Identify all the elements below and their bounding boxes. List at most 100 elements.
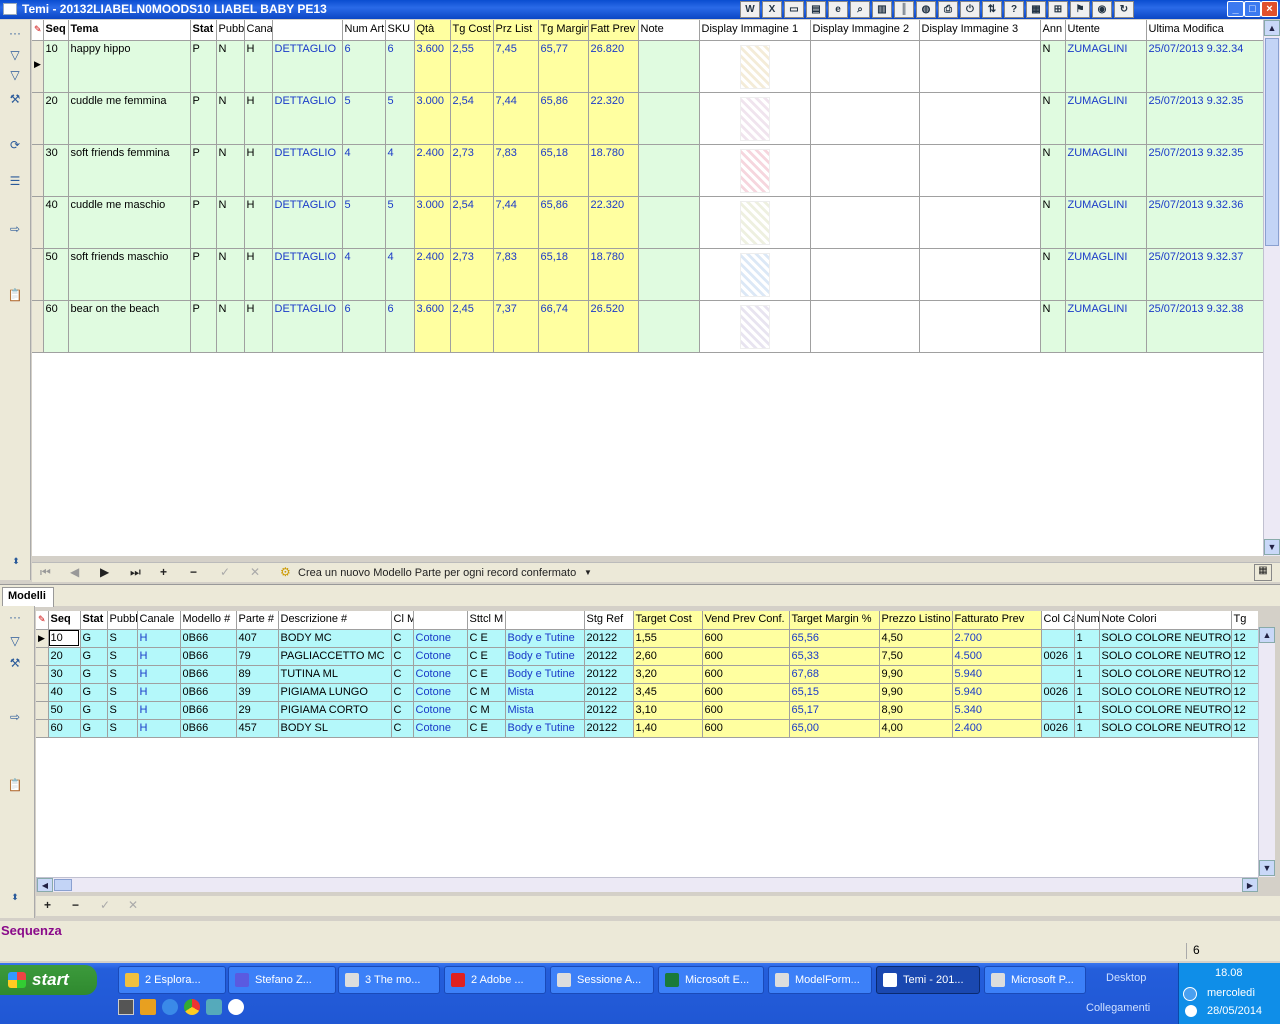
cell-sttcl[interactable]: C E <box>467 719 506 738</box>
cell-col-ca[interactable]: 0026 <box>1041 683 1075 702</box>
column-header[interactable]: Seq <box>48 611 81 630</box>
export-icon[interactable]: ⇨ <box>7 710 23 724</box>
cell-prezzo-listino[interactable]: 7,50 <box>879 647 953 666</box>
form-view-icon[interactable]: ☰ <box>7 174 23 188</box>
cell-tg-cost[interactable]: 2,54 <box>450 196 494 249</box>
column-header[interactable]: Cana <box>244 20 273 41</box>
scroll-thumb[interactable] <box>54 879 72 891</box>
cell-canale[interactable]: H <box>137 647 181 666</box>
image-cell[interactable] <box>919 40 1041 93</box>
cell-ann[interactable]: N <box>1040 196 1066 249</box>
cell-target-cost[interactable]: 1,40 <box>633 719 703 738</box>
cell-parte[interactable]: 79 <box>236 647 279 666</box>
cell-descrizione[interactable]: PIGIAMA LUNGO <box>278 683 392 702</box>
cell-qta[interactable]: 2.400 <box>414 144 451 197</box>
cell-utente[interactable]: ZUMAGLINI <box>1065 196 1147 249</box>
cell-note-colori[interactable]: SOLO COLORE NEUTRO <box>1099 719 1232 738</box>
cell-tg-margin[interactable]: 65,18 <box>538 144 589 197</box>
cell-num-art[interactable]: 6 <box>342 40 386 93</box>
cell-stat[interactable]: G <box>80 719 108 738</box>
more-icon[interactable]: ··· <box>7 26 23 40</box>
cell-tg-margin[interactable]: 65,18 <box>538 248 589 301</box>
cell-stg-ref[interactable]: 20122 <box>584 701 634 720</box>
cell-ann[interactable]: N <box>1040 300 1066 353</box>
cell-seq[interactable]: 40 <box>43 196 69 249</box>
cell-note-colori[interactable]: SOLO COLORE NEUTRO <box>1099 683 1232 702</box>
cell-prezzo-listino[interactable]: 4,00 <box>879 719 953 738</box>
cell-seq[interactable]: 30 <box>48 665 81 684</box>
cell-prz-list[interactable]: 7,37 <box>493 300 539 353</box>
cell-tg-margin[interactable]: 65,86 <box>538 92 589 145</box>
settings-icon[interactable]: ⚒ <box>7 656 23 670</box>
cell-pubbl[interactable]: S <box>107 683 138 702</box>
cell-tipo[interactable]: Body e Tutine <box>505 665 585 684</box>
barcode-icon[interactable]: ║ <box>894 1 914 18</box>
cell-pubb[interactable]: N <box>216 144 245 197</box>
folder-icon[interactable]: ▤ <box>806 1 826 18</box>
cell-tema[interactable]: soft friends femmina <box>68 144 191 197</box>
cell-materiale[interactable]: Cotone <box>413 647 468 666</box>
column-header[interactable] <box>505 611 585 630</box>
cell-ultima-modifica[interactable]: 25/07/2013 9.32.38 <box>1146 300 1263 353</box>
cell-col-ca[interactable] <box>1041 701 1075 720</box>
confirm-button[interactable]: ✓ <box>100 898 110 912</box>
cell-stat[interactable]: G <box>80 701 108 720</box>
cell-canale[interactable]: H <box>137 629 181 648</box>
close-button[interactable]: × <box>1261 1 1278 17</box>
cell-seq[interactable]: 60 <box>48 719 81 738</box>
cell-note-colori[interactable]: SOLO COLORE NEUTRO <box>1099 647 1232 666</box>
cell-target-margin[interactable]: 65,56 <box>789 629 880 648</box>
cell-num[interactable]: 1 <box>1074 665 1100 684</box>
create-model-action[interactable]: Crea un nuovo Modello Parte per ogni rec… <box>298 567 576 579</box>
cell-col-ca[interactable]: 0026 <box>1041 719 1075 738</box>
row-selector[interactable] <box>32 196 44 249</box>
cell-sttcl[interactable]: C M <box>467 701 506 720</box>
cell-cl[interactable]: C <box>391 665 414 684</box>
column-header[interactable]: Ann <box>1040 20 1066 41</box>
cell-stg-ref[interactable]: 20122 <box>584 629 634 648</box>
cell-prz-list[interactable]: 7,44 <box>493 196 539 249</box>
cell-col-ca[interactable]: 0026 <box>1041 647 1075 666</box>
column-header[interactable]: Parte # <box>236 611 279 630</box>
cell-sku[interactable]: 6 <box>385 40 415 93</box>
column-header[interactable] <box>413 611 468 630</box>
cell-descrizione[interactable]: TUTINA ML <box>278 665 392 684</box>
cell-fatt-prev[interactable]: 26.820 <box>588 40 639 93</box>
cell-qta[interactable]: 3.600 <box>414 40 451 93</box>
cell-fatturato-prev[interactable]: 4.500 <box>952 647 1042 666</box>
cell-tema[interactable]: happy hippo <box>68 40 191 93</box>
ie-icon[interactable]: e <box>828 1 848 18</box>
column-header[interactable]: Display Immagine 2 <box>810 20 920 41</box>
cell-prezzo-listino[interactable]: 4,50 <box>879 629 953 648</box>
column-header[interactable]: Prezzo Listino <box>879 611 953 630</box>
printer-icon[interactable]: ⎙ <box>938 1 958 18</box>
cell-stat[interactable]: P <box>190 248 217 301</box>
last-record-button[interactable]: ⏭ <box>130 565 141 580</box>
cell-prezzo-listino[interactable]: 9,90 <box>879 683 953 702</box>
scroll-right-button[interactable]: ▶ <box>1242 878 1258 892</box>
cell-cana[interactable]: H <box>244 144 273 197</box>
cell-qta[interactable]: 3.000 <box>414 196 451 249</box>
cell-prezzo-listino[interactable]: 8,90 <box>879 701 953 720</box>
cell-tema[interactable]: cuddle me maschio <box>68 196 191 249</box>
cell-modello[interactable]: 0B66 <box>180 683 237 702</box>
taskbar-button[interactable]: Temi - 201... <box>876 966 980 994</box>
cell-tg-cost[interactable]: 2,54 <box>450 92 494 145</box>
cell-parte[interactable]: 407 <box>236 629 279 648</box>
cell-modello[interactable]: 0B66 <box>180 665 237 684</box>
cell-ultima-modifica[interactable]: 25/07/2013 9.32.35 <box>1146 92 1263 145</box>
cell-fatturato-prev[interactable]: 2.400 <box>952 719 1042 738</box>
cell-materiale[interactable]: Cotone <box>413 683 468 702</box>
table-row[interactable]: 20 G S H 0B66 79 PAGLIACCETTO MC C Cotone C E Body… <box>36 647 1258 666</box>
cell-materiale[interactable]: Cotone <box>413 719 468 738</box>
window-icon[interactable]: ▭ <box>784 1 804 18</box>
taskbar-button[interactable]: 2 Adobe ... <box>444 966 546 994</box>
cell-sttcl[interactable]: C E <box>467 665 506 684</box>
help-icon[interactable]: ? <box>1004 1 1024 18</box>
image-cell[interactable] <box>699 40 811 93</box>
image-cell[interactable] <box>699 248 811 301</box>
cell-sku[interactable]: 6 <box>385 300 415 353</box>
cell-stg-ref[interactable]: 20122 <box>584 647 634 666</box>
taskbar-button[interactable]: Microsoft P... <box>984 966 1086 994</box>
scroll-stepper-icon[interactable]: ⬍ <box>7 890 23 904</box>
